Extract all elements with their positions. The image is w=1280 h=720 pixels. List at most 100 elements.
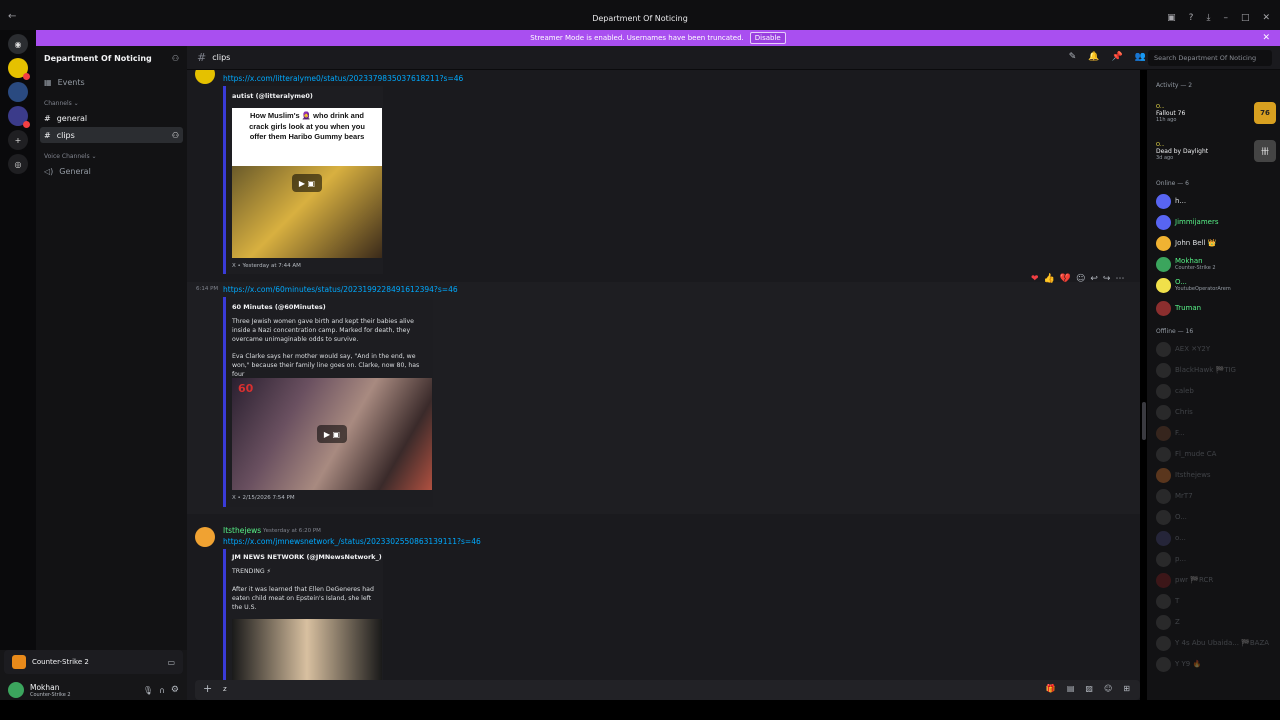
- events-item[interactable]: ▦ Events: [36, 74, 187, 90]
- maximize-button[interactable]: □: [1241, 13, 1250, 23]
- composer-text: z: [223, 685, 227, 693]
- threads-icon[interactable]: ✎: [1069, 52, 1077, 62]
- gift-icon[interactable]: 🎁: [1046, 684, 1056, 693]
- help-icon[interactable]: ?: [1189, 13, 1194, 23]
- thumbs-up-reaction-icon[interactable]: 👍: [1044, 274, 1055, 284]
- add-member-icon[interactable]: ⚇: [172, 54, 179, 63]
- window-title: Department Of Noticing: [592, 14, 688, 23]
- member-offline[interactable]: p...: [1156, 550, 1276, 568]
- notification-bell-icon[interactable]: 🔔: [1088, 52, 1099, 62]
- sticker-icon[interactable]: ▨: [1085, 684, 1093, 693]
- user-status: Counter-Strike 2: [30, 691, 71, 698]
- avatar[interactable]: [195, 527, 215, 547]
- add-reaction-icon[interactable]: ☺: [1076, 274, 1085, 284]
- emoji-icon[interactable]: ☺: [1104, 684, 1112, 693]
- category-label: Voice Channels: [44, 152, 90, 160]
- embed-media[interactable]: 60 ▶ ▣: [232, 378, 432, 490]
- member-online[interactable]: h...: [1156, 192, 1276, 210]
- add-member-icon[interactable]: ⚇: [172, 131, 179, 140]
- play-video-icon[interactable]: ▶ ▣: [317, 425, 347, 443]
- member-online[interactable]: John Bell 👑: [1156, 234, 1276, 252]
- server-list: ◉ + ◎: [0, 30, 36, 680]
- search-input[interactable]: Search Department Of Noticing: [1148, 50, 1272, 66]
- member-offline[interactable]: Z: [1156, 613, 1276, 631]
- close-banner-icon[interactable]: ✕: [1262, 33, 1270, 43]
- channel-clips[interactable]: # clips ⚇: [40, 127, 183, 143]
- direct-messages-icon[interactable]: ◉: [8, 34, 28, 54]
- play-video-icon[interactable]: ▶ ▣: [292, 174, 322, 192]
- message-username[interactable]: Itsthejews: [223, 526, 261, 535]
- activity-item[interactable]: O... Dead by Daylight 3d ago 卌: [1156, 138, 1276, 164]
- settings-gear-icon[interactable]: ⚙: [171, 685, 179, 695]
- member-name: Jimmijamers: [1175, 218, 1219, 226]
- member-offline[interactable]: AEX ✕Y2Y: [1156, 340, 1276, 358]
- close-window-button[interactable]: ✕: [1262, 13, 1270, 23]
- reply-icon[interactable]: ↩: [1090, 274, 1098, 284]
- add-server-icon[interactable]: +: [8, 130, 28, 150]
- more-options-icon[interactable]: ⋯: [1115, 274, 1124, 284]
- activity-card[interactable]: Counter-Strike 2 ▭: [4, 650, 183, 674]
- avatar[interactable]: [195, 70, 215, 84]
- server-icon[interactable]: [8, 58, 30, 80]
- message-link[interactable]: https://x.com/60minutes/status/202319922…: [223, 285, 458, 294]
- channel-general[interactable]: # general: [36, 110, 187, 126]
- download-icon[interactable]: ⤓: [1206, 13, 1210, 23]
- channels-category[interactable]: Channels ⌄: [36, 96, 187, 110]
- inbox-icon[interactable]: ▣: [1167, 13, 1176, 23]
- broken-heart-reaction-icon[interactable]: 💔: [1060, 274, 1071, 284]
- member-offline[interactable]: MrT7: [1156, 487, 1276, 505]
- member-offline[interactable]: Fl_mude CA: [1156, 445, 1276, 463]
- message-link[interactable]: https://x.com/jmnewsnetwork_/status/2023…: [223, 537, 481, 546]
- forward-icon[interactable]: ↪: [1103, 274, 1111, 284]
- member-name: o...: [1175, 534, 1186, 542]
- microphone-icon[interactable]: 🎙: [143, 686, 153, 695]
- attach-plus-icon[interactable]: +: [203, 682, 212, 695]
- server-icon[interactable]: [8, 106, 30, 128]
- member-offline[interactable]: Chris: [1156, 403, 1276, 421]
- embed-author[interactable]: 60 Minutes (@60Minutes): [232, 303, 326, 311]
- apps-icon[interactable]: ⊞: [1123, 684, 1130, 693]
- embed-card: autist (@litteralyme0) How Muslim's 🧕 wh…: [223, 86, 383, 274]
- member-offline[interactable]: Itsthejews: [1156, 466, 1276, 484]
- discover-icon[interactable]: ◎: [8, 154, 28, 174]
- voice-category[interactable]: Voice Channels ⌄: [36, 149, 187, 163]
- member-online[interactable]: Jimmijamers: [1156, 213, 1276, 231]
- member-offline[interactable]: O...: [1156, 508, 1276, 526]
- embed-trending: TRENDING ⚡: [232, 568, 271, 575]
- member-offline[interactable]: pwr 🏁RCR: [1156, 571, 1276, 589]
- monitor-icon[interactable]: ▭: [167, 658, 175, 667]
- disable-button[interactable]: Disable: [749, 32, 786, 44]
- activity-item[interactable]: O... Fallout 76 11h ago 76: [1156, 100, 1276, 126]
- message-scrollbar[interactable]: [1142, 402, 1146, 440]
- member-online[interactable]: O... YoutubeOperatorArem: [1156, 276, 1276, 294]
- avatar: [1156, 300, 1171, 316]
- guild-header[interactable]: Department Of Noticing ⚇: [36, 46, 187, 70]
- member-offline[interactable]: F...: [1156, 424, 1276, 442]
- member-offline[interactable]: BlackHawk 🏁TIG: [1156, 361, 1276, 379]
- user-info[interactable]: Mokhan Counter-Strike 2 🎙 ∩ ⚙: [0, 678, 187, 702]
- member-offline[interactable]: o...: [1156, 529, 1276, 547]
- member-offline[interactable]: caleb: [1156, 382, 1276, 400]
- member-online[interactable]: Truman: [1156, 299, 1276, 317]
- members-icon[interactable]: 👥: [1135, 52, 1146, 62]
- message-input[interactable]: + z 🎁 ▤ ▨ ☺ ⊞: [195, 680, 1140, 700]
- heart-reaction-icon[interactable]: ❤: [1031, 274, 1039, 284]
- server-icon[interactable]: [8, 82, 28, 102]
- embed-author[interactable]: autist (@litteralyme0): [232, 92, 313, 100]
- voice-channel-general[interactable]: ◁) General: [36, 163, 187, 179]
- message-link[interactable]: https://x.com/litteralyme0/status/202337…: [223, 74, 463, 83]
- embed-author[interactable]: JM NEWS NETWORK (@JMNewsNetwork_): [232, 553, 382, 561]
- avatar: [1156, 425, 1171, 441]
- minimize-button[interactable]: –: [1223, 13, 1228, 23]
- member-offline[interactable]: Y 4s Abu Ubaida... 🏁BAZA: [1156, 634, 1276, 652]
- headphones-icon[interactable]: ∩: [159, 686, 165, 695]
- gif-icon[interactable]: ▤: [1067, 684, 1075, 693]
- member-offline[interactable]: Y Y9 🔥: [1156, 655, 1276, 673]
- meme-caption: How Muslim's 🧕 who drink and crack girls…: [249, 111, 365, 141]
- embed-media[interactable]: How Muslim's 🧕 who drink and crack girls…: [232, 108, 382, 258]
- pin-icon[interactable]: 📌: [1112, 52, 1123, 62]
- message-timestamp: 6:14 PM: [196, 286, 219, 292]
- member-offline[interactable]: T: [1156, 592, 1276, 610]
- embed-media[interactable]: [232, 619, 382, 680]
- member-online[interactable]: Mokhan Counter-Strike 2: [1156, 255, 1276, 273]
